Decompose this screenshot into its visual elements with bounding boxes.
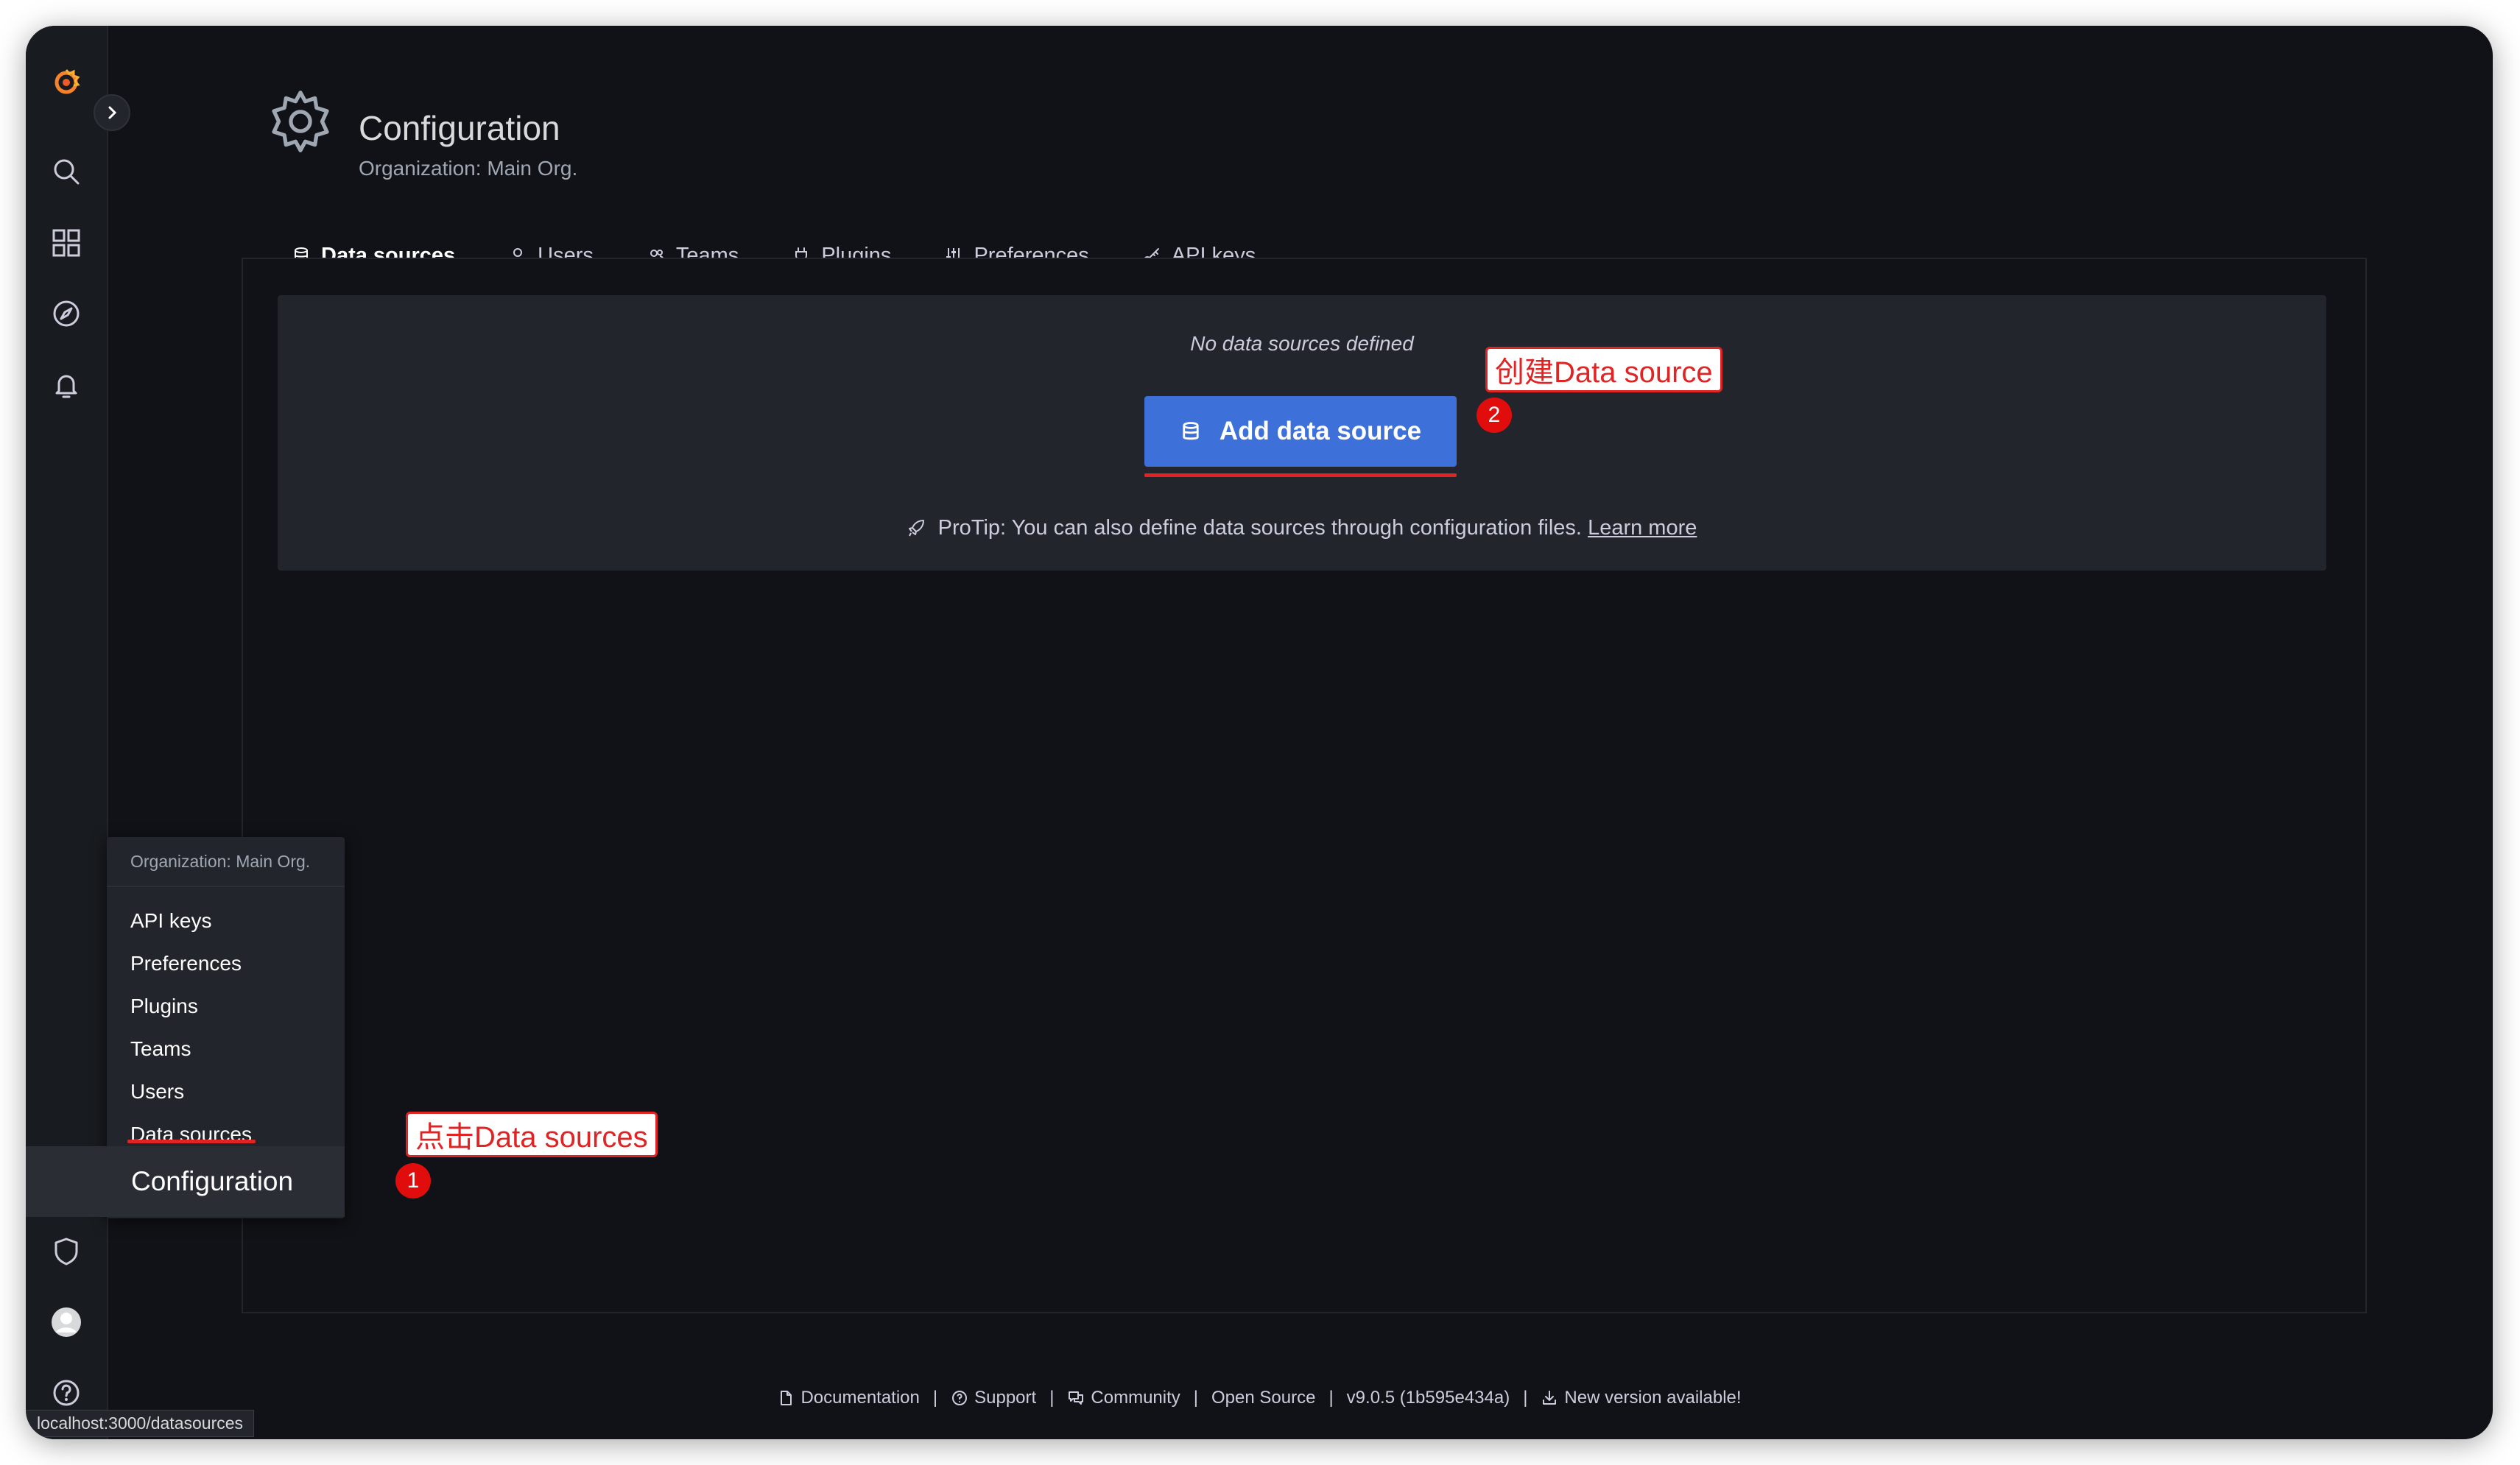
menu-item-plugins[interactable]: Plugins (130, 995, 198, 1018)
gear-icon (272, 91, 329, 152)
grafana-logo-icon[interactable] (48, 64, 85, 101)
footer-version: v9.0.5 (1b595e434a) (1346, 1388, 1510, 1408)
document-icon (781, 1391, 792, 1405)
menu-item-users[interactable]: Users (130, 1080, 184, 1104)
footer-new-version-label: New version available! (1564, 1388, 1742, 1408)
database-icon (1183, 422, 1199, 440)
question-circle-icon (952, 1391, 968, 1405)
annotation-callout-click: 点击Data sources (406, 1112, 658, 1157)
dashboards-icon[interactable] (48, 225, 85, 261)
separator: | (1049, 1388, 1055, 1408)
comments-icon (1069, 1391, 1084, 1405)
footer-new-version-link[interactable]: New version available! (1541, 1388, 1742, 1408)
page-footer: Documentation | Support | Community | Op… (26, 1388, 2493, 1408)
menu-footer-configuration[interactable]: Configuration (26, 1146, 345, 1217)
menu-header: Organization: Main Org. (107, 837, 345, 887)
rocket-icon (908, 520, 924, 537)
app-window: Configuration Organization: Main Org. Da… (26, 26, 2493, 1439)
footer-support-label: Support (974, 1388, 1037, 1408)
side-menu (26, 26, 108, 1439)
separator: | (1523, 1388, 1528, 1408)
menu-item-teams[interactable]: Teams (130, 1037, 191, 1061)
annotation-badge: 2 (1477, 398, 1512, 433)
page-title: Configuration (359, 109, 560, 147)
shield-icon[interactable] (48, 1233, 85, 1270)
footer-documentation-link[interactable]: Documentation (777, 1388, 920, 1408)
explore-compass-icon[interactable] (48, 295, 85, 332)
download-icon (1543, 1391, 1557, 1405)
alerting-bell-icon[interactable] (48, 367, 85, 403)
avatar[interactable] (48, 1304, 85, 1341)
annotation-underline (1144, 473, 1457, 477)
expand-menu-button[interactable] (94, 94, 130, 131)
chevron-right-icon (108, 106, 117, 119)
annotation-underline (127, 1140, 256, 1143)
add-data-source-button[interactable]: Add data source (1144, 396, 1457, 467)
protip-text: ProTip: You can also define data sources… (937, 516, 1582, 540)
add-data-source-label: Add data source (1219, 417, 1422, 445)
annotation-badge: 1 (395, 1163, 431, 1199)
menu-item-api-keys[interactable]: API keys (130, 909, 211, 933)
page-subtitle: Organization: Main Org. (359, 157, 578, 180)
footer-community-link[interactable]: Community (1067, 1388, 1180, 1408)
annotation-callout-create: 创建Data source (1485, 347, 1722, 392)
footer-support-link[interactable]: Support (951, 1388, 1036, 1408)
separator: | (1328, 1388, 1334, 1408)
protip: ProTip: You can also define data sources… (278, 516, 2326, 540)
separator: | (932, 1388, 938, 1408)
menu-item-preferences[interactable]: Preferences (130, 952, 242, 975)
footer-community-label: Community (1091, 1388, 1180, 1408)
search-icon[interactable] (48, 153, 85, 190)
footer-open-source-link[interactable]: Open Source (1211, 1388, 1315, 1408)
footer-documentation-label: Documentation (800, 1388, 920, 1408)
separator: | (1193, 1388, 1199, 1408)
empty-message: No data sources defined (1190, 332, 1414, 355)
learn-more-link[interactable]: Learn more (1588, 516, 1697, 540)
status-url: localhost:3000/datasources (26, 1410, 255, 1437)
